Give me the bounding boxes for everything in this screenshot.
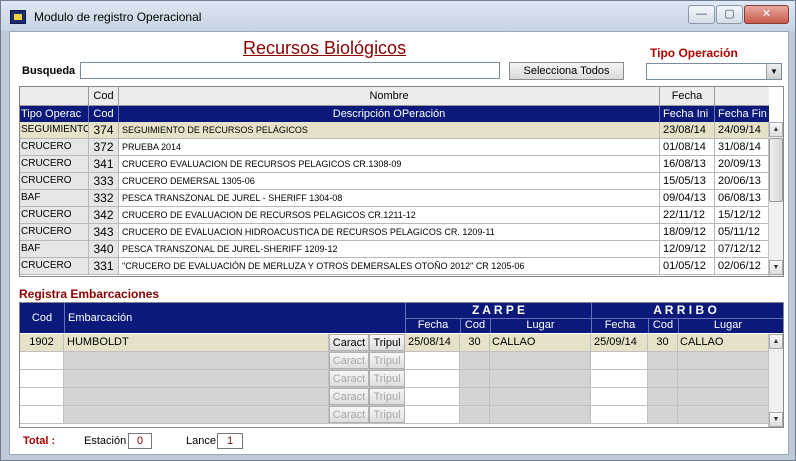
table-row[interactable]: BAF 332 PESCA TRANSZONAL DE JUREL - SHER… <box>20 190 769 207</box>
select-all-button[interactable]: Selecciona Todos <box>509 62 624 80</box>
tripul-button[interactable]: Tripul <box>369 334 405 351</box>
app-icon <box>10 10 26 24</box>
table-row[interactable]: CRUCERO 331 "CRUCERO DE EVALUACIÓN DE ME… <box>20 258 769 275</box>
chevron-down-icon[interactable]: ▼ <box>766 64 781 79</box>
section-title-embarcaciones: Registra Embarcaciones <box>19 287 160 301</box>
title-bar[interactable]: Modulo de registro Operacional — ▢ ✕ <box>1 1 795 31</box>
arribo-fecha-header[interactable]: Fecha <box>592 319 648 331</box>
minimize-button[interactable]: — <box>688 5 715 24</box>
operations-header-top: Cod Nombre Fecha <box>20 87 769 106</box>
search-label: Busqueda <box>22 65 76 77</box>
col-cod-header[interactable]: Cod <box>20 312 64 324</box>
client-area: Recursos Biológicos Tipo Operación ▼ Bus… <box>9 31 789 455</box>
col-tipo-header[interactable]: Tipo Operac <box>20 106 89 122</box>
estacion-label: Estación <box>84 435 127 447</box>
zarpe-lugar-header[interactable]: Lugar <box>490 319 591 331</box>
scroll-down-icon[interactable]: ▼ <box>769 412 783 427</box>
tripul-button[interactable]: Tripul <box>369 370 405 387</box>
tipo-operacion-select[interactable]: ▼ <box>646 63 782 80</box>
caract-button[interactable]: Caract <box>329 406 369 423</box>
arribo-header: A R R I B O <box>653 303 717 317</box>
table-row[interactable]: BAF 340 PESCA TRANSZONAL DE JUREL-SHERIF… <box>20 241 769 258</box>
col-fecha-ini-header[interactable]: Fecha Ini <box>660 106 715 122</box>
zarpe-fecha-header[interactable]: Fecha <box>406 319 460 331</box>
caract-button[interactable]: Caract <box>329 388 369 405</box>
scroll-up-icon[interactable]: ▲ <box>769 122 783 137</box>
col-cod-header[interactable]: Cod <box>89 87 119 105</box>
col-descripcion-header[interactable]: Descripción OPeración <box>119 106 660 122</box>
tripul-button[interactable]: Tripul <box>369 388 405 405</box>
embarcaciones-header: Cod Embarcación Z A R P E Fecha Cod Luga… <box>20 303 783 333</box>
caract-button[interactable]: Caract <box>329 370 369 387</box>
close-button[interactable]: ✕ <box>744 5 789 24</box>
arribo-cod-header[interactable]: Cod <box>648 319 678 331</box>
embarcaciones-scrollbar[interactable]: ▲ ▼ <box>768 334 783 427</box>
app-window: Modulo de registro Operacional — ▢ ✕ Rec… <box>0 0 796 461</box>
table-row[interactable]: Caract Tripul <box>20 370 769 388</box>
operations-header-bottom: Tipo Operac Cod Descripción OPeración Fe… <box>20 106 769 122</box>
tripul-button[interactable]: Tripul <box>369 406 405 423</box>
scroll-down-icon[interactable]: ▼ <box>769 260 783 275</box>
search-input[interactable] <box>80 62 500 79</box>
zarpe-header: Z A R P E <box>472 303 525 317</box>
col-fecha-fin-header[interactable]: Fecha Fin <box>715 106 769 122</box>
table-row[interactable]: CRUCERO 341 CRUCERO EVALUACION DE RECURS… <box>20 156 769 173</box>
arribo-lugar-header[interactable]: Lugar <box>678 319 778 331</box>
table-row[interactable]: CRUCERO 342 CRUCERO DE EVALUACION DE REC… <box>20 207 769 224</box>
table-row[interactable]: SEGUIMIENTO 374 SEGUIMIENTO DE RECURSOS … <box>20 122 769 139</box>
col-fecha-header[interactable]: Fecha <box>660 87 715 105</box>
estacion-value: 0 <box>128 433 152 449</box>
zarpe-cod-header[interactable]: Cod <box>460 319 490 331</box>
operations-grid: Cod Nombre Fecha Tipo Operac Cod Descrip… <box>19 86 784 277</box>
col-nombre-header[interactable]: Nombre <box>119 87 660 105</box>
table-row[interactable]: Caract Tripul <box>20 388 769 406</box>
tipo-operacion-label: Tipo Operación <box>650 46 738 60</box>
scroll-up-icon[interactable]: ▲ <box>769 334 783 349</box>
maximize-button[interactable]: ▢ <box>716 5 743 24</box>
table-row[interactable]: CRUCERO 333 CRUCERO DEMERSAL 1305-06 15/… <box>20 173 769 190</box>
col-cod-subheader[interactable]: Cod <box>89 106 119 122</box>
table-row[interactable]: CRUCERO 343 CRUCERO DE EVALUACION HIDROA… <box>20 224 769 241</box>
operations-scrollbar[interactable]: ▲ ▼ <box>768 122 783 276</box>
page-title: Recursos Biológicos <box>243 38 407 58</box>
table-row[interactable]: Caract Tripul <box>20 352 769 370</box>
caract-button[interactable]: Caract <box>329 334 369 351</box>
caract-button[interactable]: Caract <box>329 352 369 369</box>
table-row[interactable]: Caract Tripul <box>20 406 769 424</box>
total-label: Total : <box>23 435 56 447</box>
table-row[interactable]: 1902 HUMBOLDT Caract Tripul 25/08/14 30 … <box>20 334 769 352</box>
scroll-thumb[interactable] <box>769 138 783 202</box>
col-embarcacion-header[interactable]: Embarcación <box>68 312 132 324</box>
tripul-button[interactable]: Tripul <box>369 352 405 369</box>
window-title: Modulo de registro Operacional <box>34 10 202 24</box>
table-row[interactable]: CRUCERO 372 PRUEBA 2014 01/08/14 31/08/1… <box>20 139 769 156</box>
lance-label: Lance <box>186 435 216 447</box>
embarcaciones-grid: Cod Embarcación Z A R P E Fecha Cod Luga… <box>19 302 784 428</box>
lance-value: 1 <box>217 433 243 449</box>
